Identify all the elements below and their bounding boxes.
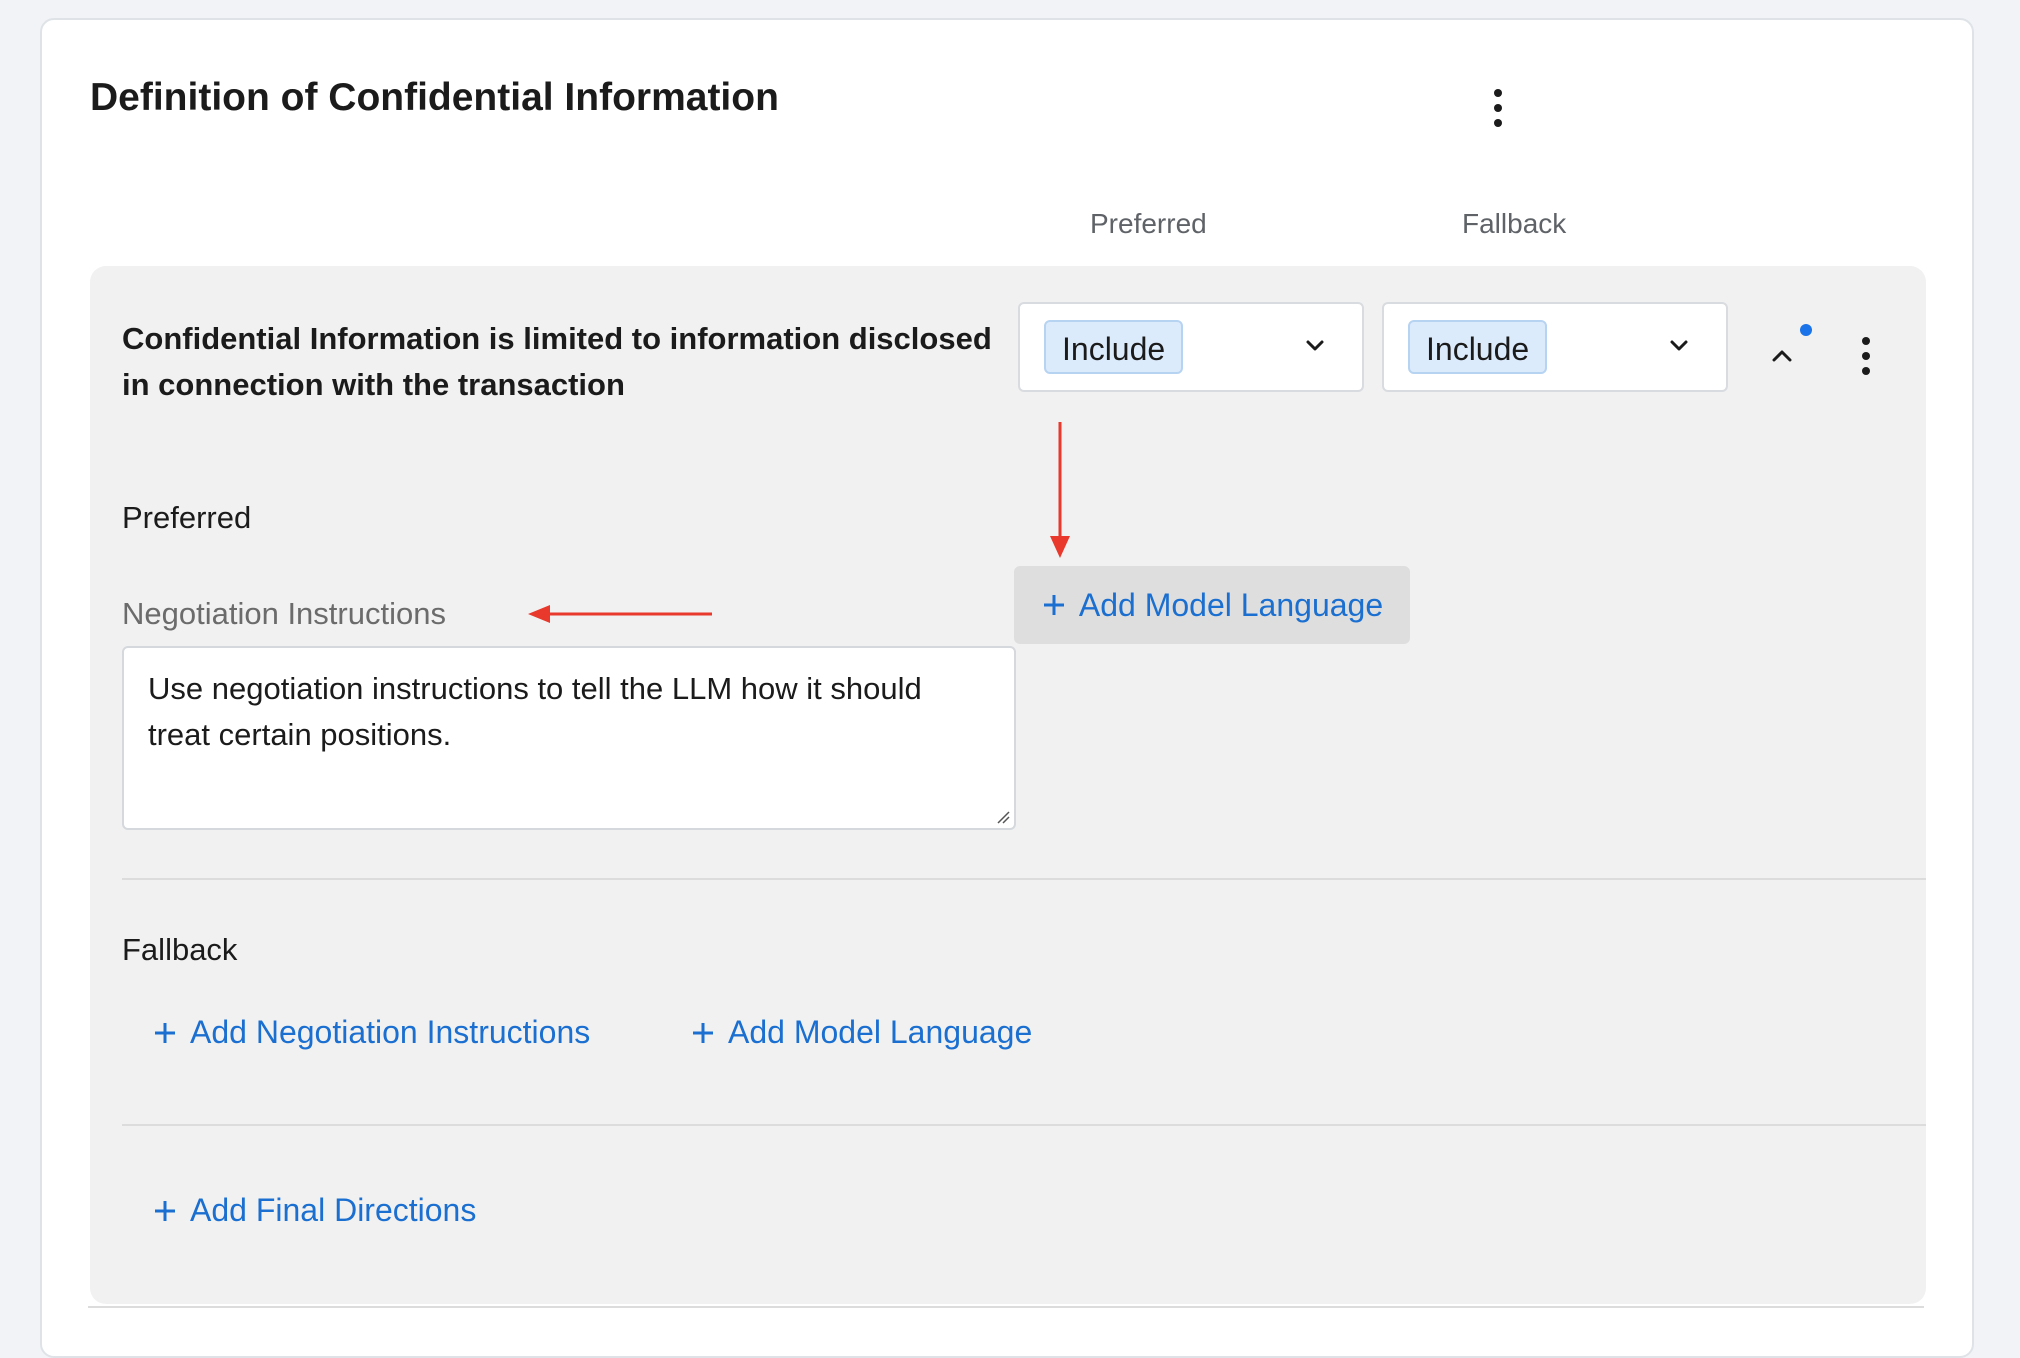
section-divider (122, 878, 1926, 880)
section-divider (122, 1124, 1926, 1126)
fallback-select[interactable]: Include (1382, 302, 1728, 392)
clause-text: Confidential Information is limited to i… (122, 321, 992, 402)
plus-icon (1043, 595, 1064, 615)
preferred-section-label: Preferred (122, 500, 252, 535)
negotiation-instructions-textarea[interactable]: Use negotiation instructions to tell the… (122, 646, 1016, 830)
card-more-icon[interactable] (1478, 78, 1518, 138)
preferred-select[interactable]: Include (1018, 302, 1364, 392)
clause-panel: Confidential Information is limited to i… (90, 266, 1926, 1304)
fallback-add-model-language-label: Add Model Language (728, 1014, 1033, 1050)
add-model-language-button[interactable]: Add Model Language (1014, 566, 1410, 644)
bottom-divider (88, 1306, 1924, 1308)
indicator-dot (1800, 324, 1812, 336)
preferred-value-chip: Include (1044, 320, 1184, 374)
card-title: Definition of Confidential Information (90, 76, 779, 119)
negotiation-instructions-label: Negotiation Instructions (122, 596, 446, 631)
clause-card: Definition of Confidential Information P… (40, 18, 1974, 1358)
annotation-arrow-down (1050, 422, 1070, 558)
add-final-directions-button[interactable]: Add Final Directions (152, 1192, 476, 1229)
annotation-arrow-left (528, 605, 712, 623)
fallback-section-label: Fallback (122, 932, 238, 967)
plus-icon (155, 1022, 175, 1043)
chevron-down-icon (1670, 340, 1688, 351)
add-negotiation-instructions-label: Add Negotiation Instructions (190, 1014, 591, 1050)
add-negotiation-instructions-button[interactable]: Add Negotiation Instructions (152, 1014, 590, 1051)
fallback-add-model-language-button[interactable]: Add Model Language (690, 1014, 1032, 1051)
plus-icon (693, 1022, 713, 1043)
add-final-directions-label: Add Final Directions (190, 1192, 477, 1228)
add-model-language-label: Add Model Language (1078, 586, 1384, 623)
resize-handle-icon[interactable] (996, 810, 1010, 824)
chevron-up-icon[interactable] (1764, 338, 1800, 374)
negotiation-instructions-text: Use negotiation instructions to tell the… (148, 671, 922, 752)
clause-more-icon[interactable] (1846, 326, 1886, 386)
fallback-value-chip: Include (1408, 320, 1548, 374)
column-header-fallback: Fallback (1462, 208, 1567, 239)
plus-icon (155, 1200, 175, 1221)
column-header-preferred: Preferred (1090, 208, 1207, 239)
chevron-down-icon (1306, 340, 1324, 351)
